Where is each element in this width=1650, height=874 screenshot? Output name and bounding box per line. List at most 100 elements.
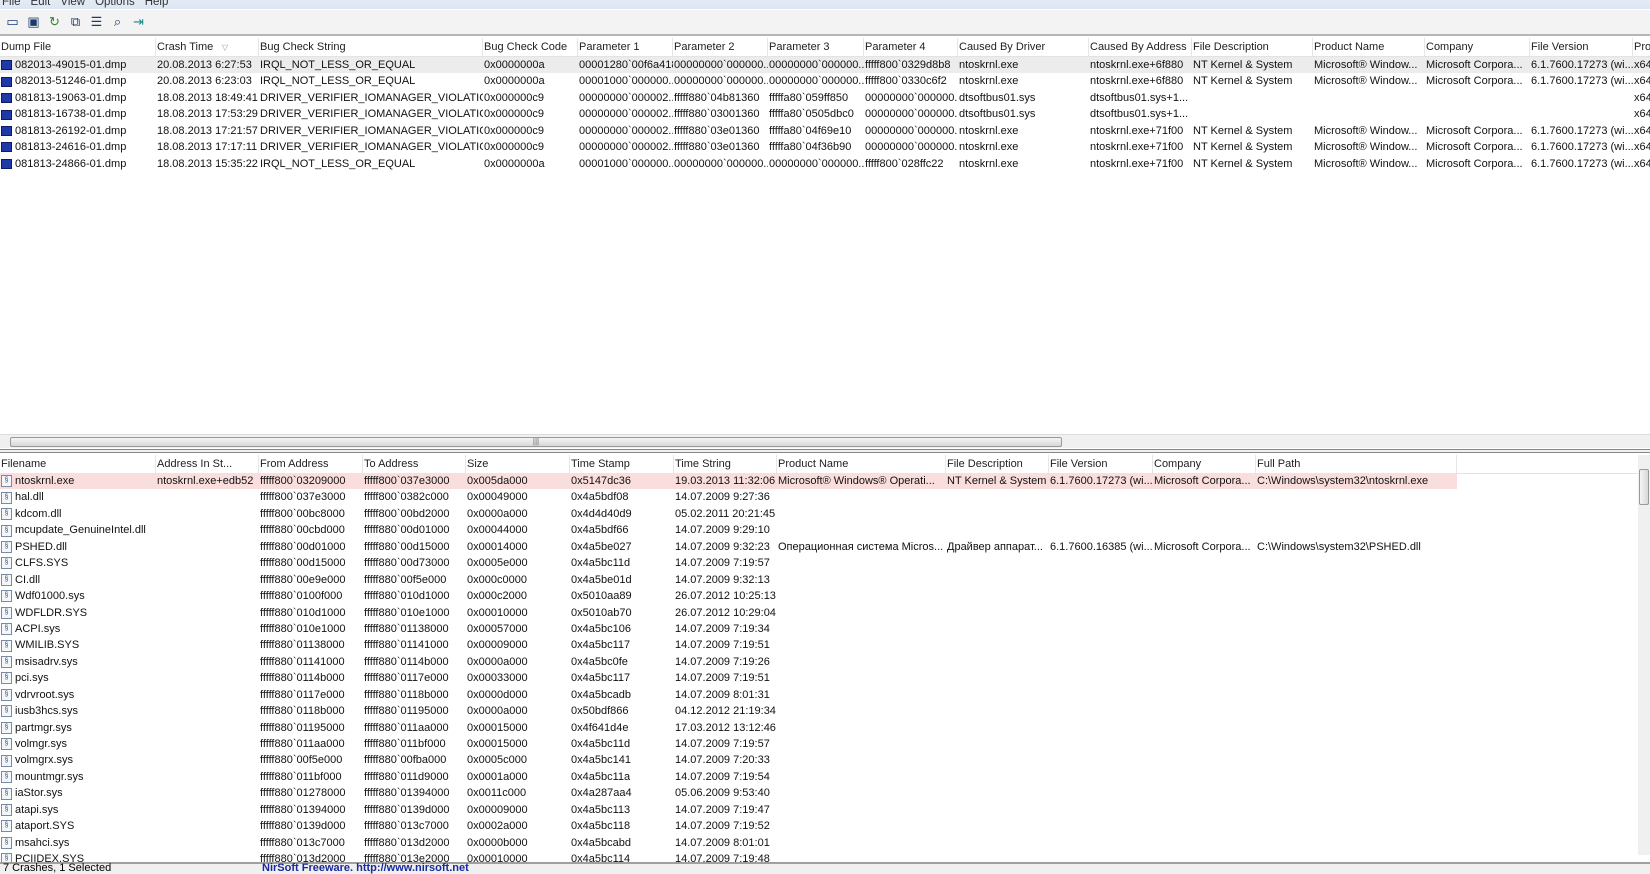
table-row[interactable]: § CLFS.SYS fffff880`00d15000 fffff880`00d73…	[0, 555, 1638, 571]
cell-full-path	[1256, 835, 1457, 851]
cell-address-in-st	[156, 621, 259, 637]
column-header[interactable]: Pro	[1633, 38, 1650, 56]
column-header[interactable]: Parameter 2	[673, 38, 768, 56]
options-icon[interactable]: ▭	[4, 14, 21, 31]
table-row[interactable]: § PSHED.dll fffff880`00d01000 fffff880`00d1…	[0, 539, 1638, 555]
cell-text: ntoskrnl.exe	[959, 141, 1019, 154]
table-row[interactable]: § ntoskrnl.exe ntoskrnl.exe+edb52 fffff800`…	[0, 473, 1638, 490]
table-row[interactable]: 081813-16738-01.dmp 18.08.2013 17:53:29 DR…	[0, 106, 1650, 122]
table-row[interactable]: § atapi.sys fffff880`01394000 fffff880`0139…	[0, 802, 1638, 818]
column-header[interactable]: Size	[466, 455, 570, 473]
menu-view[interactable]: View	[58, 0, 93, 9]
cell-text: 14.07.2009 7:19:54	[675, 770, 770, 783]
table-row[interactable]: § volmgr.sys fffff880`011aa000 fffff880`011…	[0, 736, 1638, 752]
column-header[interactable]: Filename	[0, 455, 156, 473]
table-row[interactable]: § ACPI.sys fffff880`010e1000 fffff880`01138…	[0, 621, 1638, 637]
table-row[interactable]: § iusb3hcs.sys fffff880`0118b000 fffff880`0…	[0, 703, 1638, 719]
menu-help[interactable]: Help	[143, 0, 177, 9]
find-icon[interactable]: ⌕	[109, 14, 126, 31]
table-row[interactable]: 081813-26192-01.dmp 18.08.2013 17:21:57 DR…	[0, 123, 1650, 139]
exit-icon[interactable]: ⇥	[130, 14, 147, 31]
save-icon[interactable]: ▣	[25, 14, 42, 31]
table-row[interactable]: § mcupdate_GenuineIntel.dll fffff880`00cbd…	[0, 522, 1638, 538]
table-row[interactable]: § iaStor.sys fffff880`01278000 fffff880`013…	[0, 785, 1638, 801]
menu-options[interactable]: Options	[93, 0, 143, 9]
cell-full-path	[1256, 687, 1457, 703]
table-row[interactable]: § WMILIB.SYS fffff880`01138000 fffff880`011…	[0, 637, 1638, 653]
column-header[interactable]: File Description	[946, 455, 1049, 473]
scrollbar-thumb[interactable]: |||	[10, 437, 1062, 447]
cell-text: 04.12.2012 21:19:34	[675, 705, 776, 718]
cell-text: 0x000c2000	[467, 590, 527, 603]
cell-text: fffff880`0139d000	[364, 803, 450, 816]
cell-size: 0x0011c000	[466, 785, 570, 801]
table-row[interactable]: § Wdf01000.sys fffff880`0100f000 fffff880`0…	[0, 588, 1638, 604]
column-header[interactable]: Time Stamp	[570, 455, 674, 473]
cell-text: fffffa80`0505dbc0	[769, 108, 854, 121]
cell-file-version	[1049, 802, 1153, 818]
horizontal-scrollbar[interactable]: |||	[0, 434, 1650, 448]
column-header[interactable]: Caused By Address	[1089, 38, 1192, 56]
cell-full-path	[1256, 720, 1457, 736]
column-header[interactable]: Dump File	[0, 38, 156, 56]
cell-text: fffff880`011bf000	[364, 738, 446, 750]
cell-filename: § atapi.sys	[0, 802, 156, 818]
table-row[interactable]: 081813-24866-01.dmp 18.08.2013 15:35:22 IR…	[0, 156, 1650, 172]
column-header[interactable]: From Address	[259, 455, 363, 473]
column-header[interactable]: Bug Check Code	[483, 38, 578, 56]
menu-file[interactable]: File	[0, 0, 29, 9]
column-header[interactable]: Product Name	[777, 455, 946, 473]
scrollbar-thumb[interactable]	[1639, 469, 1649, 505]
table-row[interactable]: 082013-51246-01.dmp 20.08.2013 6:23:03 IRQ…	[0, 73, 1650, 89]
column-header[interactable]: Caused By Driver	[958, 38, 1089, 56]
table-row[interactable]: 081813-24616-01.dmp 18.08.2013 17:17:11 DR…	[0, 139, 1650, 155]
table-row[interactable]: § msisadrv.sys fffff880`01141000 fffff880`0…	[0, 654, 1638, 670]
column-header[interactable]: Product Name	[1313, 38, 1425, 56]
menu-edit[interactable]: Edit	[29, 0, 59, 9]
column-header[interactable]: File Version	[1530, 38, 1633, 56]
table-row[interactable]: 082013-49015-01.dmp 20.08.2013 6:27:53 IRQ…	[0, 57, 1650, 74]
table-row[interactable]: § WDFLDR.SYS fffff880`010d1000 fffff880`010…	[0, 605, 1638, 621]
column-header[interactable]: Parameter 1	[578, 38, 673, 56]
table-row[interactable]: § kdcom.dll fffff800`00bc8000 fffff800`00bd…	[0, 506, 1638, 522]
table-row[interactable]: § pci.sys fffff880`0114b000 fffff880`0117e0…	[0, 670, 1638, 686]
column-header[interactable]: Parameter 3	[768, 38, 864, 56]
copy-icon[interactable]: ⧉	[67, 14, 84, 31]
table-row[interactable]: 081813-19063-01.dmp 18.08.2013 18:49:41 DR…	[0, 90, 1650, 106]
cell-text: fffff880`011aa000	[260, 738, 345, 750]
column-header[interactable]: Company	[1153, 455, 1256, 473]
column-header[interactable]: Company	[1425, 38, 1530, 56]
cell-text: 14.07.2009 7:19:57	[675, 738, 770, 750]
pane-splitter[interactable]	[0, 449, 1650, 453]
table-row[interactable]: § CI.dll fffff880`00e9e000 fffff880`00f5e00…	[0, 572, 1638, 588]
cell-time-stamp: 0x5147dc36	[570, 473, 674, 490]
column-header[interactable]: Address In St...	[156, 455, 259, 473]
cell-time-stamp: 0x4a5bc114	[570, 851, 674, 862]
refresh-icon[interactable]: ↻	[46, 14, 63, 31]
cell-filename: § CLFS.SYS	[0, 555, 156, 571]
cell-text: 0x5147dc36	[571, 475, 631, 487]
vertical-scrollbar[interactable]	[1638, 455, 1650, 855]
properties-icon[interactable]: ☰	[88, 14, 105, 31]
column-header[interactable]: File Description	[1192, 38, 1313, 56]
table-row[interactable]: § PCIIDEX.SYS fffff880`013d2000 fffff880`01…	[0, 851, 1638, 862]
table-row[interactable]: § hal.dll fffff800`037e3000 fffff800`0382c0…	[0, 489, 1638, 505]
module-file-icon: §	[1, 557, 12, 570]
table-row[interactable]: § volmgrx.sys fffff880`00f5e000 fffff880`00…	[0, 752, 1638, 768]
table-row[interactable]: § mountmgr.sys fffff880`011bf000 fffff880`0…	[0, 769, 1638, 785]
column-header[interactable]: Parameter 4	[864, 38, 958, 56]
column-header[interactable]: Crash Time ▽	[156, 38, 259, 56]
column-header[interactable]: Bug Check String	[259, 38, 483, 56]
column-header[interactable]: Time String	[674, 455, 777, 473]
nirsoft-link[interactable]: NirSoft Freeware. http://www.nirsoft.net	[262, 862, 469, 874]
column-header[interactable]: To Address	[363, 455, 466, 473]
table-row[interactable]: § ataport.SYS fffff880`0139d000 fffff880`01…	[0, 818, 1638, 834]
table-row[interactable]: § partmgr.sys fffff880`01195000 fffff880`01…	[0, 720, 1638, 736]
cell-text: 6.1.7600.17273 (wi...	[1531, 75, 1633, 88]
cell-text: 081813-24616-01.dmp	[15, 141, 127, 154]
table-row[interactable]: § msahci.sys fffff880`013c7000 fffff880`013…	[0, 835, 1638, 851]
cell-text: 00000000`000002...	[579, 108, 673, 121]
column-header[interactable]: Full Path	[1256, 455, 1457, 473]
column-header[interactable]: File Version	[1049, 455, 1153, 473]
table-row[interactable]: § vdrvroot.sys fffff880`0117e000 fffff880`0…	[0, 687, 1638, 703]
